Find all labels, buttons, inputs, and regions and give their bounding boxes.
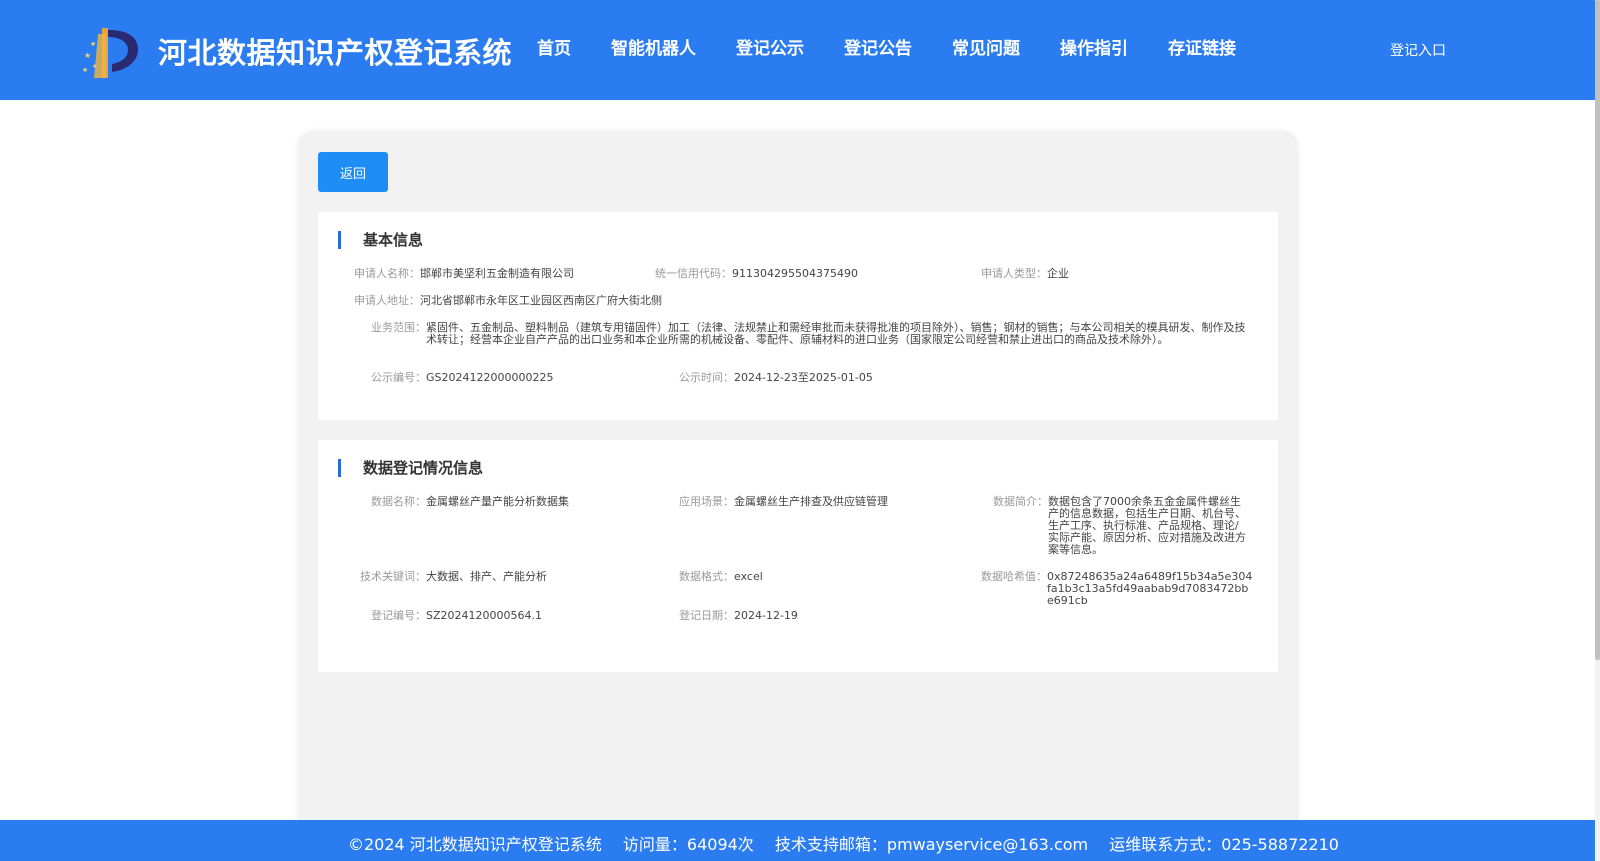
value-keywords: 大数据、排产、产能分析	[426, 570, 547, 583]
field-reg-date: 登记日期： 2024-12-19	[679, 610, 798, 622]
value-publicity-no: GS2024122000000225	[426, 371, 554, 384]
nav-faq[interactable]: 常见问题	[952, 34, 1020, 59]
footer-text: ©2024 河北数据知识产权登记系统 访问量：64094次 技术支持邮箱：pmw…	[348, 831, 1355, 855]
label-business-scope: 业务范围：	[371, 321, 426, 334]
svg-text:★: ★	[90, 40, 96, 48]
value-reg-date: 2024-12-19	[734, 609, 798, 622]
value-format: excel	[734, 570, 763, 583]
value-reg-no: SZ2024120000564.1	[426, 609, 542, 622]
value-address: 河北省邯郸市永年区工业园区西南区广府大街北侧	[420, 294, 662, 307]
field-data-name: 数据名称： 金属螺丝产量产能分析数据集	[354, 496, 569, 508]
site-logo-icon: ★ ★ ★ ★	[82, 28, 138, 78]
field-publicity-time: 公示时间： 2024-12-23至2025-01-05	[679, 372, 873, 384]
site-title: 河北数据知识产权登记系统	[158, 36, 513, 70]
label-publicity-no: 公示编号：	[371, 371, 426, 384]
svg-text:★: ★	[84, 51, 91, 60]
label-intro: 数据简介：	[993, 495, 1048, 508]
data-registration-card: 数据登记情况信息 数据名称： 金属螺丝产量产能分析数据集 应用场景： 金属螺丝生…	[318, 440, 1278, 672]
value-applicant-type: 企业	[1047, 267, 1069, 280]
label-applicant-name: 申请人名称：	[354, 267, 420, 280]
label-reg-date: 登记日期：	[679, 609, 734, 622]
label-address: 申请人地址：	[354, 294, 420, 307]
value-publicity-time: 2024-12-23至2025-01-05	[734, 371, 873, 384]
scrollbar-thumb[interactable]	[1595, 0, 1600, 660]
nav-publicity[interactable]: 登记公示	[736, 34, 804, 59]
label-scenario: 应用场景：	[679, 495, 734, 508]
label-reg-no: 登记编号：	[371, 609, 426, 622]
page-scrollbar[interactable]	[1595, 0, 1600, 861]
nav-home[interactable]: 首页	[537, 34, 571, 59]
value-scenario: 金属螺丝生产排查及供应链管理	[734, 495, 888, 508]
value-data-name: 金属螺丝产量产能分析数据集	[426, 495, 569, 508]
field-business-scope: 业务范围： 紧固件、五金制品、塑料制品（建筑专用锚固件）加工（法律、法规禁止和需…	[354, 322, 1258, 346]
login-link[interactable]: 登记入口	[1390, 40, 1446, 60]
field-keywords: 技术关键词： 大数据、排产、产能分析	[354, 571, 547, 583]
field-format: 数据格式： excel	[679, 571, 763, 583]
value-business-scope: 紧固件、五金制品、塑料制品（建筑专用锚固件）加工（法律、法规禁止和需经审批而未获…	[426, 321, 1246, 346]
footer-visits: 访问量：64094次	[622, 835, 754, 854]
value-hash: 0x87248635a24a6489f15b34a5e304fa1b3c13a5…	[1047, 570, 1253, 607]
field-applicant-type: 申请人类型： 企业	[981, 268, 1069, 280]
field-hash: 数据哈希值： 0x87248635a24a6489f15b34a5e304fa1…	[981, 571, 1253, 607]
main-nav: 首页 智能机器人 登记公示 登记公告 常见问题 操作指引 存证链接	[537, 34, 1276, 59]
footer-contact: 运维联系方式：025-58872210	[1109, 835, 1339, 854]
field-address: 申请人地址： 河北省邯郸市永年区工业园区西南区广府大街北侧	[354, 295, 662, 307]
footer-bar: ©2024 河北数据知识产权登记系统 访问量：64094次 技术支持邮箱：pmw…	[0, 820, 1595, 861]
label-keywords: 技术关键词：	[360, 570, 426, 583]
label-hash: 数据哈希值：	[981, 570, 1047, 583]
label-format: 数据格式：	[679, 570, 734, 583]
value-applicant-name: 邯郸市美坚利五金制造有限公司	[420, 267, 574, 280]
field-intro: 数据简介： 数据包含了7000余条五金金属件螺丝生产的信息数据，包括生产日期、机…	[993, 496, 1246, 556]
label-data-name: 数据名称：	[371, 495, 426, 508]
field-applicant-name: 申请人名称： 邯郸市美坚利五金制造有限公司	[354, 268, 574, 280]
section-title-data: 数据登记情况信息	[338, 459, 483, 477]
nav-guide[interactable]: 操作指引	[1060, 34, 1128, 59]
label-applicant-type: 申请人类型：	[981, 267, 1047, 280]
basic-info-card: 基本信息 申请人名称： 邯郸市美坚利五金制造有限公司 统一信用代码： 91130…	[318, 212, 1278, 420]
field-scenario: 应用场景： 金属螺丝生产排查及供应链管理	[679, 496, 888, 508]
label-publicity-time: 公示时间：	[679, 371, 734, 384]
field-reg-no: 登记编号： SZ2024120000564.1	[354, 610, 542, 622]
nav-evidence-link[interactable]: 存证链接	[1168, 34, 1236, 59]
footer-email: 技术支持邮箱：pmwayservice@163.com	[774, 835, 1089, 854]
nav-robot[interactable]: 智能机器人	[611, 34, 696, 59]
svg-text:★: ★	[92, 63, 97, 70]
nav-announcement[interactable]: 登记公告	[844, 34, 912, 59]
svg-text:★: ★	[82, 66, 88, 74]
back-button[interactable]: 返回	[318, 152, 388, 192]
detail-panel: 返回 基本信息 申请人名称： 邯郸市美坚利五金制造有限公司 统一信用代码： 91…	[298, 131, 1298, 861]
value-intro: 数据包含了7000余条五金金属件螺丝生产的信息数据，包括生产日期、机台号、生产工…	[1048, 495, 1246, 556]
field-publicity-no: 公示编号： GS2024122000000225	[354, 372, 553, 384]
field-credit-code: 统一信用代码： 911304295504375490	[655, 268, 858, 280]
footer-copyright: ©2024 河北数据知识产权登记系统	[348, 835, 602, 854]
value-credit-code: 911304295504375490	[732, 267, 858, 280]
top-header: ★ ★ ★ ★ 河北数据知识产权登记系统 首页 智能机器人 登记公示 登记公告 …	[0, 0, 1595, 100]
label-credit-code: 统一信用代码：	[655, 267, 732, 280]
section-title-basic: 基本信息	[338, 231, 423, 249]
